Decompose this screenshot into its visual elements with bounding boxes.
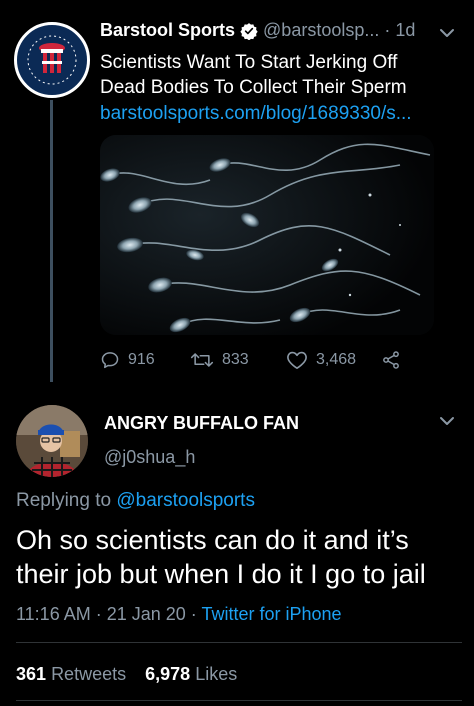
retweet-count: 833 [222,351,249,368]
retweet-action[interactable]: 833 [190,350,249,370]
parent-tweet-text: Scientists Want To Start Jerking Off Dea… [100,52,407,98]
sperm-image [100,135,434,335]
like-total: 6,978 [145,664,191,684]
verified-icon [240,22,258,40]
replying-to: Replying to @barstoolsports [16,490,255,512]
reply-count: 916 [128,351,155,368]
divider [16,642,462,643]
retweet-label: Retweets [51,664,127,684]
like-count: 3,468 [316,351,357,368]
divider [16,700,462,701]
thread-line [50,100,53,382]
reply-action[interactable]: 916 [100,350,155,370]
retweet-icon [190,353,214,367]
article-link[interactable]: barstoolsports.com/blog/1689330/s... [100,101,440,126]
retweets-stat[interactable]: 361 Retweets [16,664,145,684]
replying-prefix: Replying to [16,490,112,511]
retweet-total: 361 [16,664,47,684]
author-name[interactable]: Barstool Sports [100,20,235,41]
like-label: Likes [195,664,238,684]
engagement-stats: 361 Retweets 6,978 Likes [16,664,251,685]
tweet-image[interactable] [100,135,434,335]
replying-mention[interactable]: @barstoolsports [116,490,255,511]
reply-icon [101,352,119,369]
reply-author-name[interactable]: ANGRY BUFFALO FAN [104,413,299,434]
chevron-down-icon[interactable] [438,412,456,435]
timestamp: 11:16 AM · 21 Jan 20 · [16,604,202,624]
source-link[interactable]: Twitter for iPhone [201,604,341,624]
parent-tweet-header: Barstool Sports @barstoolsp... · 1d [100,20,415,41]
like-action[interactable]: 3,468 [286,350,356,370]
share-action[interactable] [381,350,409,370]
barstool-avatar[interactable] [14,22,90,98]
reply-tweet-text: Oh so scientists can do it and it’s thei… [16,525,426,589]
handle-time: @barstoolsp... · 1d [263,20,416,40]
barstool-logo [21,29,83,91]
reply-author-handle[interactable]: @j0shua_h [104,447,195,468]
user-avatar[interactable] [16,405,88,477]
likes-stat[interactable]: 6,978 Likes [145,664,251,684]
user-photo [16,405,88,477]
like-icon [287,351,307,369]
tweet-meta: 11:16 AM · 21 Jan 20 · Twitter for iPhon… [16,604,342,625]
chevron-down-icon[interactable] [438,24,456,47]
share-icon [383,351,399,369]
